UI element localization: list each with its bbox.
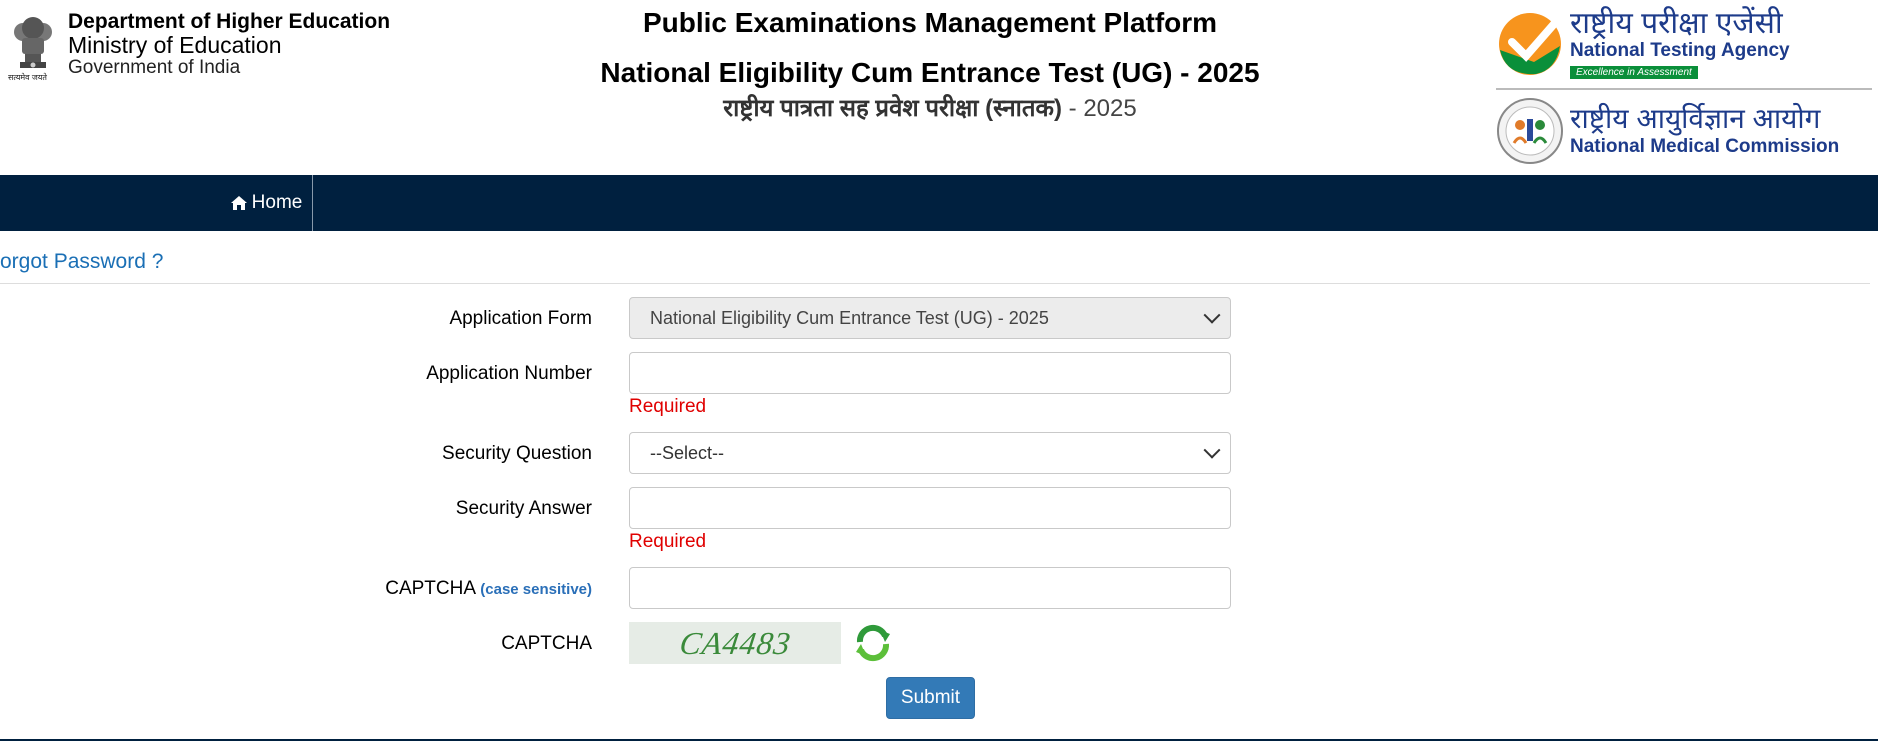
application-number-required-error: Required — [629, 396, 707, 417]
heading-divider — [0, 283, 1870, 284]
logo-divider — [1496, 88, 1872, 90]
application-number-label: Application Number — [426, 363, 592, 384]
emblem-caption: सत्यमेव जयते — [8, 73, 47, 82]
application-number-input[interactable] — [629, 352, 1231, 394]
captcha-input-label: CAPTCHA (case sensitive) — [0, 576, 592, 603]
security-question-label: Security Question — [442, 443, 592, 464]
application-form-select: National Eligibility Cum Entrance Test (… — [629, 297, 1231, 339]
government-branding: सत्यमेव जयते Department of Higher Educat… — [8, 10, 391, 82]
captcha-image-label: CAPTCHA — [501, 633, 592, 654]
security-answer-input[interactable] — [629, 487, 1231, 529]
application-form-label: Application Form — [449, 308, 592, 329]
national-emblem-icon: सत्यमेव जयते — [8, 10, 58, 82]
captcha-input[interactable] — [629, 567, 1231, 609]
security-answer-required-error: Required — [629, 531, 707, 552]
exam-title-hindi-main: राष्ट्रीय पात्रता सह प्रवेश परीक्षा (स्न… — [723, 95, 1062, 122]
exam-title-hindi: राष्ट्रीय पात्रता सह प्रवेश परीक्षा (स्न… — [560, 94, 1300, 124]
captcha-case-note: (case sensitive) — [480, 581, 592, 598]
exam-title: National Eligibility Cum Entrance Test (… — [600, 57, 1260, 88]
security-question-select[interactable]: --Select-- — [629, 432, 1231, 474]
platform-titles: Public Examinations Management Platform … — [560, 6, 1300, 124]
department-name: Department of Higher Education — [68, 10, 391, 33]
submit-button[interactable]: Submit — [886, 677, 975, 719]
security-question-selected-value: --Select-- — [650, 442, 725, 463]
captcha-input-label-text: CAPTCHA — [385, 578, 475, 599]
nta-tagline: Excellence in Assessment — [1570, 66, 1698, 79]
page-title: orgot Password ? — [0, 250, 164, 273]
application-form-selected-value: National Eligibility Cum Entrance Test (… — [650, 307, 1049, 328]
nav-home-label: Home — [251, 192, 303, 213]
nta-name-english: National Testing Agency — [1570, 40, 1790, 61]
chevron-down-icon — [1203, 306, 1221, 324]
nmc-seal-icon — [1497, 98, 1563, 164]
captcha-refresh-button[interactable] — [852, 622, 894, 664]
nmc-name-hindi: राष्ट्रीय आयुर्विज्ञान आयोग — [1570, 103, 1821, 134]
nta-logo: राष्ट्रीय परीक्षा एजेंसी National Testin… — [1496, 8, 1872, 80]
captcha-image: CA4483 — [629, 622, 841, 664]
exam-title-hindi-year: - 2025 — [1061, 95, 1137, 122]
nav-home-link[interactable]: Home — [220, 175, 313, 231]
ministry-name: Ministry of Education — [68, 32, 282, 59]
chevron-down-icon — [1203, 441, 1221, 459]
home-icon — [230, 196, 247, 210]
security-answer-label: Security Answer — [455, 498, 592, 519]
nta-name-hindi: राष्ट्रीय परीक्षा एजेंसी — [1570, 7, 1783, 40]
site-header: सत्यमेव जयते Department of Higher Educat… — [0, 0, 1878, 175]
refresh-icon — [856, 624, 890, 662]
nmc-logo: राष्ट्रीय आयुर्विज्ञान आयोग National Med… — [1496, 96, 1872, 166]
government-name: Government of India — [68, 57, 241, 79]
agency-logos: राष्ट्रीय परीक्षा एजेंसी National Testin… — [1496, 8, 1872, 166]
nmc-name-english: National Medical Commission — [1570, 136, 1840, 157]
main-navbar: Home — [0, 175, 1878, 231]
platform-title: Public Examinations Management Platform — [642, 7, 1218, 38]
captcha-text: CA4483 — [677, 624, 794, 661]
nta-checkmark-icon — [1499, 13, 1561, 75]
